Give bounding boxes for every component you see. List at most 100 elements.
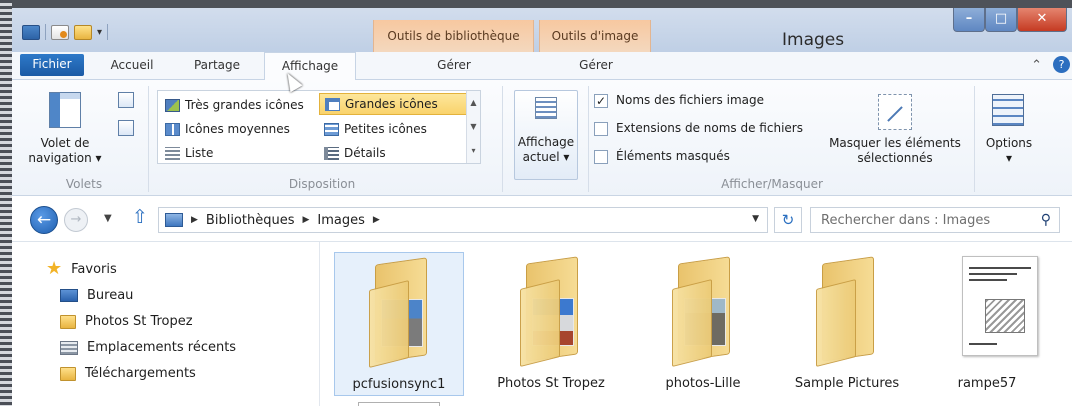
checkbox-file-name-extensions-image[interactable]: ✓ xyxy=(594,94,608,108)
refresh-icon: ↻ xyxy=(781,211,795,229)
sidebar-item-label: Emplacements récents xyxy=(87,340,237,355)
layout-list[interactable]: Liste xyxy=(160,142,318,164)
folder-with-photos-icon xyxy=(670,256,736,367)
breadcrumb-libraries[interactable]: Bibliothèques xyxy=(206,213,295,228)
current-view-button[interactable]: Affichage actuel ▾ xyxy=(514,90,578,180)
breadcrumb-images[interactable]: Images xyxy=(317,213,365,228)
back-button[interactable]: ← xyxy=(30,206,58,234)
title-bar: ▾ Outils de bibliothèque Outils d'image … xyxy=(12,8,1072,60)
layout-details[interactable]: Détails xyxy=(319,142,467,164)
recent-places-icon xyxy=(60,340,78,355)
current-view-label: Affichage actuel ▾ xyxy=(515,135,577,165)
tab-home[interactable]: Accueil xyxy=(100,52,164,80)
ribbon-tab-row: Fichier Accueil Partage Affichage Gérer … xyxy=(12,52,1072,81)
sidebar-item-label: Téléchargements xyxy=(85,366,196,381)
breadcrumb-separator-icon[interactable]: ▶ xyxy=(373,215,380,225)
options-button[interactable]: Options ▾ xyxy=(976,136,1042,166)
layout-small-icons[interactable]: Petites icônes xyxy=(319,118,467,140)
hidden-items-label: Éléments masqués xyxy=(616,149,730,163)
details-pane-icon[interactable] xyxy=(118,120,134,136)
maximize-icon: □ xyxy=(994,11,1008,26)
folder-item-sample-pictures[interactable]: Sample Pictures xyxy=(782,252,912,396)
file-extensions-label: Extensions de noms de fichiers xyxy=(616,121,803,135)
tab-manage-picture[interactable]: Gérer xyxy=(548,52,644,80)
search-box[interactable]: ⚲ xyxy=(810,207,1060,233)
sidebar-item-favorites[interactable]: ★ Favoris xyxy=(46,260,117,278)
help-icon[interactable]: ? xyxy=(1053,56,1070,73)
folder-item-photos-st-tropez[interactable]: Photos St Tropez xyxy=(486,252,616,396)
film-perforation-edge xyxy=(0,0,12,406)
screen-top-strip xyxy=(12,0,1072,8)
expand-gallery-icon[interactable]: ▾ xyxy=(467,139,480,163)
breadcrumb-separator-icon[interactable]: ▶ xyxy=(302,215,309,225)
hide-selected-label-2: sélectionnés xyxy=(857,151,933,165)
scroll-down-icon[interactable]: ▼ xyxy=(467,115,480,139)
navigation-pane: ★ Favoris Bureau Photos St Tropez Emplac… xyxy=(12,242,320,406)
navigation-pane-button[interactable]: Volet de navigation ▾ xyxy=(22,136,108,166)
layout-large-icons[interactable]: Grandes icônes xyxy=(319,93,479,115)
file-item-rampe57[interactable]: rampe57 xyxy=(922,252,1052,396)
navigation-pane-label-2: navigation ▾ xyxy=(28,151,102,165)
file-name: Sample Pictures xyxy=(794,376,900,391)
properties-icon[interactable] xyxy=(51,24,69,40)
checkbox-file-extensions[interactable] xyxy=(594,122,608,136)
sidebar-item-downloads[interactable]: Téléchargements xyxy=(60,366,196,381)
current-view-label-2: actuel ▾ xyxy=(522,150,570,164)
search-icon[interactable]: ⚲ xyxy=(1041,212,1051,228)
navigation-pane-label-1: Volet de xyxy=(40,136,90,150)
layout-extra-large-icons[interactable]: Très grandes icônes xyxy=(160,94,318,116)
customize-toolbar-chevron-icon[interactable]: ▾ xyxy=(97,27,102,38)
scroll-up-icon[interactable]: ▲ xyxy=(467,91,480,115)
window-menu-icon[interactable] xyxy=(22,24,40,40)
sidebar-item-recent-places[interactable]: Emplacements récents xyxy=(60,340,236,355)
hide-selected-items-button[interactable]: Masquer les éléments sélectionnés xyxy=(818,136,972,166)
recent-locations-chevron-icon[interactable]: ▼ xyxy=(104,213,112,224)
options-icon[interactable] xyxy=(992,94,1024,126)
close-button[interactable]: ✕ xyxy=(1017,8,1067,32)
navigation-pane-icon[interactable] xyxy=(49,92,81,128)
forward-button[interactable]: → xyxy=(64,208,88,232)
document-thumbnail-icon xyxy=(962,256,1038,356)
hide-selected-items-icon[interactable] xyxy=(878,94,912,130)
layout-item-label: Grandes icônes xyxy=(345,97,438,111)
hide-selected-label-1: Masquer les éléments xyxy=(829,136,961,150)
maximize-button[interactable]: □ xyxy=(985,8,1017,32)
details-icon xyxy=(324,146,339,160)
layout-gallery-scroller[interactable]: ▲ ▼ ▾ xyxy=(466,91,480,163)
folder-item-pcfusionsync1[interactable]: pcfusionsync1 xyxy=(334,252,464,396)
group-separator xyxy=(502,86,503,192)
sidebar-item-photos-st-tropez[interactable]: Photos St Tropez xyxy=(60,314,193,329)
checkbox-hidden-items[interactable] xyxy=(594,150,608,164)
minimize-button[interactable]: – xyxy=(953,8,985,32)
tab-file[interactable]: Fichier xyxy=(20,54,84,76)
sidebar-item-label: Photos St Tropez xyxy=(85,314,193,329)
preview-pane-icon[interactable] xyxy=(118,92,134,108)
layout-item-label: Icônes moyennes xyxy=(185,122,290,136)
picture-tools-label: Outils d'image xyxy=(551,29,639,43)
sidebar-item-desktop[interactable]: Bureau xyxy=(60,288,133,303)
group-separator xyxy=(588,86,589,192)
toolbar-separator xyxy=(45,24,46,40)
options-label: Options xyxy=(985,136,1033,150)
folder-with-photos-icon xyxy=(518,256,584,367)
tab-share[interactable]: Partage xyxy=(182,52,252,80)
file-name: pcfusionsync1 xyxy=(352,377,446,392)
list-icon xyxy=(165,146,180,160)
layout-medium-icons[interactable]: Icônes moyennes xyxy=(160,118,318,140)
tab-manage-library[interactable]: Gérer xyxy=(384,52,524,80)
search-input[interactable] xyxy=(811,208,1021,232)
refresh-button[interactable]: ↻ xyxy=(774,207,802,233)
breadcrumb-separator-icon[interactable]: ▶ xyxy=(191,215,198,225)
layout-gallery: Très grandes icônes Grandes icônes Icône… xyxy=(157,90,481,164)
rename-box-edge xyxy=(358,402,440,406)
address-dropdown-icon[interactable]: ▼ xyxy=(752,214,759,224)
tab-view[interactable]: Affichage xyxy=(264,52,356,81)
sidebar-item-label: Favoris xyxy=(71,261,117,277)
layout-item-label: Liste xyxy=(185,146,214,160)
group-separator xyxy=(148,86,149,192)
new-folder-icon[interactable] xyxy=(74,24,92,40)
address-bar[interactable]: ▶ Bibliothèques ▶ Images ▶ ▼ xyxy=(158,207,768,233)
up-arrow-icon[interactable]: ⇧ xyxy=(132,206,148,228)
folder-item-photos-lille[interactable]: photos-Lille xyxy=(638,252,768,396)
minimize-ribbon-icon[interactable]: ⌃ xyxy=(1031,58,1042,73)
